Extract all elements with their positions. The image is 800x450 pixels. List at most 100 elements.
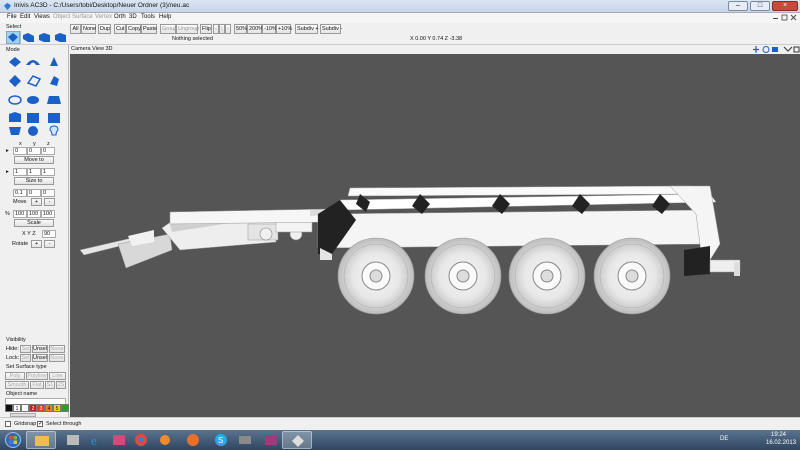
- palette-swatch-1[interactable]: 1: [13, 404, 21, 412]
- viewport-label: Camera View 3D: [71, 46, 113, 52]
- scale-y-field[interactable]: 100: [27, 210, 41, 218]
- ellipse-tool-icon: [8, 95, 22, 105]
- lock-sel-button[interactable]: Sel: [20, 354, 31, 362]
- window-title: Inivis AC3D - C:/Users/tobi/Desktop/Neue…: [14, 2, 190, 9]
- object-name-label: Object name: [6, 391, 38, 397]
- palette-swatch-5[interactable]: 5: [53, 404, 61, 412]
- taskbar: e S DE 19:24 16.02.2013: [0, 430, 800, 450]
- move-x-field[interactable]: 0: [13, 147, 27, 155]
- rotate-angle-field[interactable]: 90: [42, 230, 56, 238]
- zoom-minus-10-button[interactable]: -10%: [262, 24, 277, 34]
- zoom-200-button[interactable]: 200%: [247, 24, 263, 34]
- move-step-z-field[interactable]: 0: [41, 189, 55, 197]
- copy-button[interactable]: Copy: [126, 24, 141, 34]
- surface-single-sided-button[interactable]: S1: [45, 381, 55, 389]
- surface-polyline-button[interactable]: Polyline: [26, 372, 48, 380]
- surface-double-sided-button[interactable]: 2S: [56, 381, 66, 389]
- paste-button[interactable]: Paste: [141, 24, 157, 34]
- rotate-axes-toggles[interactable]: X Y Z: [22, 231, 36, 237]
- group-button[interactable]: Group: [160, 24, 177, 34]
- gridsnap-checkbox[interactable]: [5, 421, 11, 427]
- palette-black-swatch[interactable]: [5, 404, 13, 412]
- menu-object[interactable]: Object: [53, 14, 70, 20]
- move-y-field[interactable]: 0: [27, 147, 41, 155]
- select-all-button[interactable]: All: [70, 24, 81, 34]
- maximize-button[interactable]: □: [750, 1, 770, 11]
- taskbar-firefox-icon[interactable]: [178, 431, 208, 449]
- hide-sel-button[interactable]: Sel: [20, 345, 31, 353]
- hide-unsel-button[interactable]: Unsel: [32, 345, 48, 353]
- move-to-button[interactable]: Move to: [14, 156, 54, 164]
- lock-none-button[interactable]: None: [49, 354, 65, 362]
- zoom-50-button[interactable]: 50%: [234, 24, 247, 34]
- clock-time[interactable]: 19:24: [771, 432, 786, 438]
- zoom-plus-10-button[interactable]: +10%: [276, 24, 292, 34]
- subdiv-plus-button[interactable]: Subdiv +: [295, 24, 319, 34]
- select-mode-icons: [6, 31, 66, 44]
- size-to-button[interactable]: Size to: [14, 177, 54, 185]
- surface-poly-button[interactable]: Poly: [5, 372, 25, 380]
- menu-3d[interactable]: 3D: [129, 14, 137, 20]
- flip-z-button[interactable]: ›: [225, 24, 231, 34]
- menu-edit[interactable]: Edit: [20, 14, 30, 20]
- scale-z-field[interactable]: 100: [41, 210, 55, 218]
- menu-orth[interactable]: Orth: [114, 14, 126, 20]
- rotate-label: Rotate: [12, 241, 29, 247]
- palette-swatch-3[interactable]: 3: [37, 404, 45, 412]
- clock-date[interactable]: 16.02.2013: [766, 440, 796, 446]
- start-button[interactable]: [3, 432, 23, 448]
- close-button[interactable]: ×: [772, 1, 798, 11]
- rotate-plus-button[interactable]: +: [31, 240, 42, 248]
- select-through-label: Select through: [46, 421, 82, 427]
- select-through-checkbox[interactable]: ✓: [37, 421, 43, 427]
- minimize-button[interactable]: –: [728, 1, 748, 11]
- menu-tools[interactable]: Tools: [141, 14, 155, 20]
- language-indicator[interactable]: DE: [720, 436, 728, 442]
- taskbar-ac3d-icon[interactable]: [282, 431, 312, 449]
- viewport-controls: [753, 46, 800, 53]
- move-tool-icon: [9, 57, 21, 67]
- move-step-y-field[interactable]: 0: [27, 189, 41, 197]
- move-plus-button[interactable]: +: [31, 198, 42, 206]
- lock-unsel-button[interactable]: Unsel: [32, 354, 48, 362]
- taskbar-explorer-icon[interactable]: [26, 431, 56, 449]
- palette-white-swatch[interactable]: [21, 404, 29, 412]
- cone-tool-icon: [9, 127, 21, 135]
- surface-line-button[interactable]: Line: [49, 372, 66, 380]
- rotate-minus-button[interactable]: -: [44, 240, 55, 248]
- menu-vertex[interactable]: Vertex: [95, 14, 112, 20]
- palette-swatch-4[interactable]: 4: [45, 404, 53, 412]
- move-step-field[interactable]: 0.1: [13, 189, 27, 197]
- palette-swatch-2[interactable]: 2: [29, 404, 37, 412]
- select-label: Select: [6, 24, 22, 30]
- surface-flat-button[interactable]: Flat: [30, 381, 44, 389]
- move-minus-button[interactable]: -: [44, 198, 55, 206]
- cube-tool-icon: [27, 113, 39, 123]
- menu-file[interactable]: File: [7, 14, 17, 20]
- size-y-field[interactable]: 1: [27, 168, 41, 176]
- size-z-field[interactable]: 1: [41, 168, 55, 176]
- ungroup-button[interactable]: Ungroup: [176, 24, 199, 34]
- cut-button[interactable]: Cut: [114, 24, 126, 34]
- scale-x-field[interactable]: 100: [13, 210, 27, 218]
- scale-button[interactable]: Scale: [14, 219, 54, 227]
- tool-panel: Mode x y z ▸ 0 0 0 Move to ▸ 1 1 1 Size …: [0, 45, 69, 417]
- size-x-field[interactable]: 1: [13, 168, 27, 176]
- move-z-field[interactable]: 0: [41, 147, 55, 155]
- menu-surface[interactable]: Surface: [72, 14, 93, 20]
- hide-none-button[interactable]: None: [49, 345, 65, 353]
- taskbar-hub-icon[interactable]: [150, 431, 180, 449]
- menu-views[interactable]: Views: [34, 14, 50, 20]
- duplicate-button[interactable]: Dup: [98, 24, 111, 34]
- chevron-down-icon: [783, 46, 793, 52]
- surface-smooth-button[interactable]: Smooth: [5, 381, 29, 389]
- viewport-3d[interactable]: [70, 54, 800, 417]
- select-none-button[interactable]: None: [81, 24, 96, 34]
- palette-green-swatch[interactable]: [61, 404, 69, 412]
- bend-tool-icon: [26, 75, 42, 87]
- hide-label: Hide:: [6, 346, 19, 352]
- flip-button[interactable]: Flip: [200, 24, 212, 34]
- sweep-tool-icon: [50, 76, 59, 86]
- subdiv-minus-button[interactable]: Subdiv -: [320, 24, 342, 34]
- menu-help[interactable]: Help: [159, 14, 171, 20]
